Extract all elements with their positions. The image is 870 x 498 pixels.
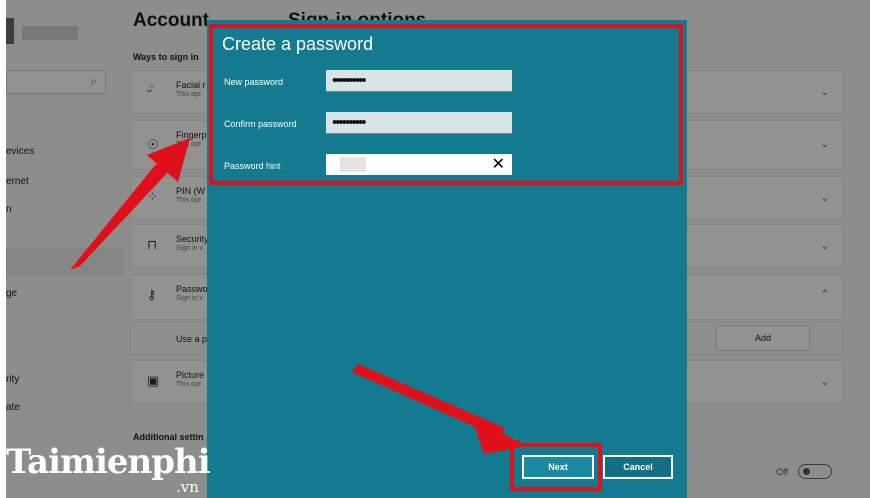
watermark-suffix: .vn xyxy=(176,478,199,496)
annotation-arrows xyxy=(70,138,528,454)
arrow-to-next xyxy=(352,364,528,454)
arrow-to-fields xyxy=(70,138,190,270)
watermark-logo: Taimienphi xyxy=(6,442,211,482)
